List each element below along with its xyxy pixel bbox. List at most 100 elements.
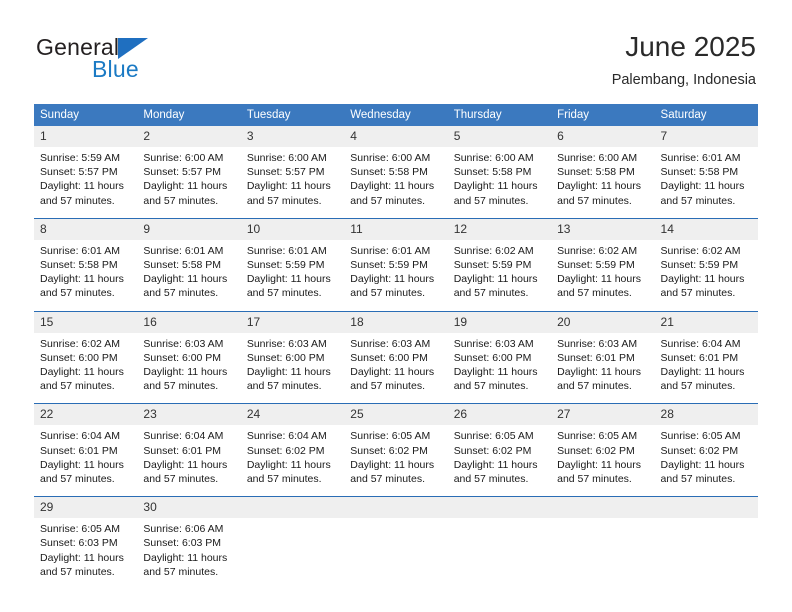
day-cell[interactable]: 22 Sunrise: 6:04 AM Sunset: 6:01 PM Dayligh… <box>34 403 138 497</box>
daylight-text-line2: and 57 minutes. <box>246 380 322 393</box>
daylight-text-line2: and 57 minutes. <box>40 380 115 393</box>
daylight-text-line2: and 57 minutes. <box>350 380 425 393</box>
sunrise-text: Sunrise: 6:01 AM <box>660 152 741 164</box>
sunrise-text: Sunrise: 6:01 AM <box>40 244 120 257</box>
daylight-text-line1: Daylight: 11 hours <box>557 180 641 193</box>
day-cell[interactable]: 23 Sunrise: 6:04 AM Sunset: 6:01 PM Dayligh… <box>137 403 241 497</box>
daylight-text-line2: and 57 minutes. <box>246 473 322 486</box>
sunset-text: Sunset: 6:02 PM <box>246 444 325 457</box>
sunrise-text: Sunrise: 6:04 AM <box>40 430 120 443</box>
sunrise-text: Sunrise: 6:05 AM <box>350 430 431 443</box>
day-cell[interactable]: 14 Sunrise: 6:02 AM Sunset: 5:59 PM Dayligh… <box>654 217 758 312</box>
daylight-text-line1: Daylight: 11 hours <box>350 273 435 286</box>
day-details <box>241 518 344 588</box>
day-cell[interactable]: 30 Sunrise: 6:06 AM Sunset: 6:03 PM Dayligh… <box>137 496 241 590</box>
day-cell[interactable]: 10 Sunrise: 6:01 AM Sunset: 5:59 PM Dayligh… <box>240 217 345 312</box>
day-number: 2 <box>137 126 241 147</box>
logo-text-blue: Blue <box>92 56 139 82</box>
day-cell[interactable]: 4 Sunrise: 6:00 AM Sunset: 5:58 PM Daylight… <box>344 126 448 219</box>
day-number: 14 <box>654 218 758 240</box>
day-number: 8 <box>34 218 138 240</box>
day-cell[interactable]: 26 Sunrise: 6:05 AM Sunset: 6:02 PM Dayligh… <box>447 403 552 497</box>
day-details: Sunrise: 6:03 AM Sunset: 6:00 PM Daylight:… <box>448 333 551 404</box>
day-number: 3 <box>240 126 345 147</box>
day-cell[interactable]: 24 Sunrise: 6:04 AM Sunset: 6:02 PM Dayligh… <box>240 403 345 497</box>
day-number: 17 <box>240 311 345 333</box>
day-cell[interactable]: 9 Sunrise: 6:01 AM Sunset: 5:58 PM Daylight… <box>137 217 241 312</box>
day-cell[interactable]: 3 Sunrise: 6:00 AM Sunset: 5:57 PM Daylight… <box>240 126 345 219</box>
sunrise-text: Sunrise: 6:05 AM <box>557 430 638 443</box>
day-number: 9 <box>137 218 241 240</box>
day-cell-empty <box>344 496 448 590</box>
daylight-text-line2: and 57 minutes. <box>453 380 529 393</box>
sunset-text: Sunset: 6:02 PM <box>557 444 635 457</box>
weekday-header-wednesday: Wednesday <box>344 104 448 126</box>
day-cell[interactable]: 12 Sunrise: 6:02 AM Sunset: 5:59 PM Dayligh… <box>447 217 552 312</box>
daylight-text-line1: Daylight: 11 hours <box>143 551 228 564</box>
sunset-text: Sunset: 5:59 PM <box>453 259 532 272</box>
daylight-text-line2: and 57 minutes. <box>453 194 529 207</box>
calendar-header-row: Sunday Monday Tuesday Wednesday Thursday… <box>34 104 758 126</box>
day-number: 23 <box>137 404 241 426</box>
day-cell[interactable]: 29 Sunrise: 6:05 AM Sunset: 6:03 PM Dayligh… <box>34 496 138 590</box>
day-cell[interactable]: 27 Sunrise: 6:05 AM Sunset: 6:02 PM Dayligh… <box>551 403 655 497</box>
daylight-text-line2: and 57 minutes. <box>40 287 115 300</box>
day-cell[interactable]: 1 Sunrise: 5:59 AM Sunset: 5:57 PM Daylight… <box>34 126 138 219</box>
sunset-text: Sunset: 5:58 PM <box>350 166 428 179</box>
daylight-text-line1: Daylight: 11 hours <box>143 366 228 379</box>
day-details: Sunrise: 6:06 AM Sunset: 6:03 PM Daylight:… <box>137 518 240 589</box>
sunrise-text: Sunrise: 5:59 AM <box>40 152 120 164</box>
sunrise-text: Sunrise: 6:04 AM <box>143 430 224 443</box>
weekday-header-saturday: Saturday <box>654 104 758 126</box>
day-cell[interactable]: 2 Sunrise: 6:00 AM Sunset: 5:57 PM Daylight… <box>137 126 241 219</box>
day-cell[interactable]: 20 Sunrise: 6:03 AM Sunset: 6:01 PM Dayligh… <box>551 310 655 404</box>
day-cell[interactable]: 8 Sunrise: 6:01 AM Sunset: 5:58 PM Daylight… <box>34 217 138 312</box>
daylight-text-line2: and 57 minutes. <box>143 194 219 207</box>
day-cell[interactable]: 21 Sunrise: 6:04 AM Sunset: 6:01 PM Dayligh… <box>654 310 758 404</box>
day-number: 29 <box>34 497 138 519</box>
day-details: Sunrise: 6:04 AM Sunset: 6:01 PM Daylight:… <box>34 425 137 496</box>
day-cell[interactable]: 11 Sunrise: 6:01 AM Sunset: 5:59 PM Dayligh… <box>344 217 448 312</box>
day-cell[interactable]: 7 Sunrise: 6:01 AM Sunset: 5:58 PM Daylight… <box>654 126 758 219</box>
generalblue-logo[interactable]: General Blue <box>36 34 236 86</box>
day-cell[interactable]: 19 Sunrise: 6:03 AM Sunset: 6:00 PM Dayligh… <box>447 310 552 404</box>
daylight-text-line1: Daylight: 11 hours <box>350 366 435 379</box>
day-cell[interactable]: 16 Sunrise: 6:03 AM Sunset: 6:00 PM Dayligh… <box>137 310 241 404</box>
sunset-text: Sunset: 6:01 PM <box>40 444 118 457</box>
day-cell-empty <box>447 496 552 590</box>
sunrise-text: Sunrise: 6:02 AM <box>557 244 638 257</box>
sunset-text: Sunset: 5:59 PM <box>660 259 739 272</box>
day-cell[interactable]: 13 Sunrise: 6:02 AM Sunset: 5:59 PM Dayligh… <box>551 217 655 312</box>
day-details: Sunrise: 6:04 AM Sunset: 6:01 PM Daylight:… <box>137 425 240 496</box>
day-cell[interactable]: 15 Sunrise: 6:02 AM Sunset: 6:00 PM Dayligh… <box>34 310 138 404</box>
day-number: 11 <box>344 218 448 240</box>
day-details: Sunrise: 6:00 AM Sunset: 5:58 PM Daylight:… <box>448 147 551 218</box>
daylight-text-line2: and 57 minutes. <box>246 194 322 207</box>
sunrise-text: Sunrise: 6:05 AM <box>453 430 534 443</box>
calendar-page: General Blue June 2025 Palembang, Indone… <box>0 0 792 612</box>
day-details <box>655 518 758 588</box>
daylight-text-line1: Daylight: 11 hours <box>557 366 641 379</box>
sunrise-text: Sunrise: 6:06 AM <box>143 523 224 536</box>
sunrise-text: Sunrise: 6:04 AM <box>660 337 741 350</box>
sunset-text: Sunset: 6:01 PM <box>143 444 222 457</box>
day-cell[interactable]: 6 Sunrise: 6:00 AM Sunset: 5:58 PM Daylight… <box>551 126 655 219</box>
day-cell[interactable]: 18 Sunrise: 6:03 AM Sunset: 6:00 PM Dayligh… <box>344 310 448 404</box>
daylight-text-line1: Daylight: 11 hours <box>40 273 124 286</box>
daylight-text-line2: and 57 minutes. <box>660 380 736 393</box>
daylight-text-line1: Daylight: 11 hours <box>350 458 435 471</box>
day-details <box>551 518 654 588</box>
day-cell[interactable]: 28 Sunrise: 6:05 AM Sunset: 6:02 PM Dayligh… <box>654 403 758 497</box>
day-cell[interactable]: 25 Sunrise: 6:05 AM Sunset: 6:02 PM Dayligh… <box>344 403 448 497</box>
day-cell[interactable]: 17 Sunrise: 6:03 AM Sunset: 6:00 PM Dayligh… <box>240 310 345 404</box>
calendar-body: 1 Sunrise: 5:59 AM Sunset: 5:57 PM Daylight… <box>34 126 758 590</box>
day-details: Sunrise: 6:02 AM Sunset: 5:59 PM Daylight:… <box>551 240 654 311</box>
daylight-text-line2: and 57 minutes. <box>660 287 736 300</box>
daylight-text-line1: Daylight: 11 hours <box>453 458 538 471</box>
day-cell[interactable]: 5 Sunrise: 6:00 AM Sunset: 5:58 PM Daylight… <box>447 126 552 219</box>
sunrise-text: Sunrise: 6:00 AM <box>557 152 638 164</box>
sunrise-text: Sunrise: 6:00 AM <box>246 152 327 164</box>
day-details: Sunrise: 6:02 AM Sunset: 5:59 PM Daylight:… <box>448 240 551 311</box>
daylight-text-line1: Daylight: 11 hours <box>453 180 538 193</box>
sunset-text: Sunset: 6:02 PM <box>453 444 532 457</box>
